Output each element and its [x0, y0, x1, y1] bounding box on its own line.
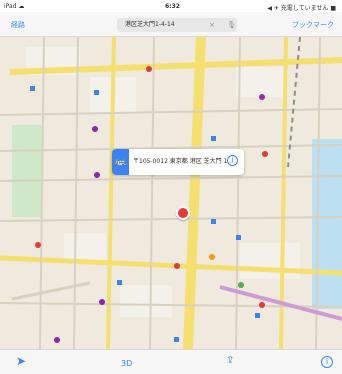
status-left: iPad ☁ — [4, 3, 25, 10]
route-button[interactable]: 経路 — [11, 20, 25, 30]
maps-app-screen: iPad ☁ 6:32 ◀ ✈ 充電していません ■ 経路 港区芝大門1-4-1… — [0, 0, 342, 374]
status-right: ◀ ✈ 充電していません ■ — [267, 5, 336, 12]
bookmark-button[interactable]: ブックマーク — [292, 20, 334, 30]
search-field[interactable]: 港区芝大門1-4-14 × 🎙 — [117, 18, 237, 32]
info-icon[interactable]: i — [321, 356, 333, 368]
location-arrow-icon[interactable]: ➤ — [16, 355, 26, 367]
callout-address: 〒105-0012 東京都 港区 芝大門 1... — [133, 158, 234, 165]
bottom-toolbar: ➤ 3D ⇪ i — [0, 349, 342, 374]
top-navigation-bar: 経路 港区芝大門1-4-14 × 🎙 ブックマーク — [0, 12, 342, 37]
callout-info-icon[interactable]: i — [227, 155, 238, 166]
three-d-button[interactable]: 3D — [121, 358, 132, 370]
map-canvas[interactable] — [0, 37, 342, 349]
search-text: 港区芝大門1-4-14 — [125, 21, 175, 28]
location-pin-icon[interactable] — [176, 206, 190, 220]
address-callout[interactable]: 🚌 〒105-0012 東京都 港区 芝大門 1... i — [112, 149, 244, 175]
map-graphics — [0, 37, 342, 349]
status-bar: iPad ☁ 6:32 ◀ ✈ 充電していません ■ — [0, 0, 342, 12]
clear-search-icon[interactable]: × — [209, 18, 215, 32]
bus-icon: 🚌 — [112, 149, 129, 175]
microphone-icon[interactable]: 🎙 — [227, 18, 236, 32]
status-time: 6:32 — [165, 3, 180, 10]
share-icon[interactable]: ⇪ — [226, 355, 234, 367]
